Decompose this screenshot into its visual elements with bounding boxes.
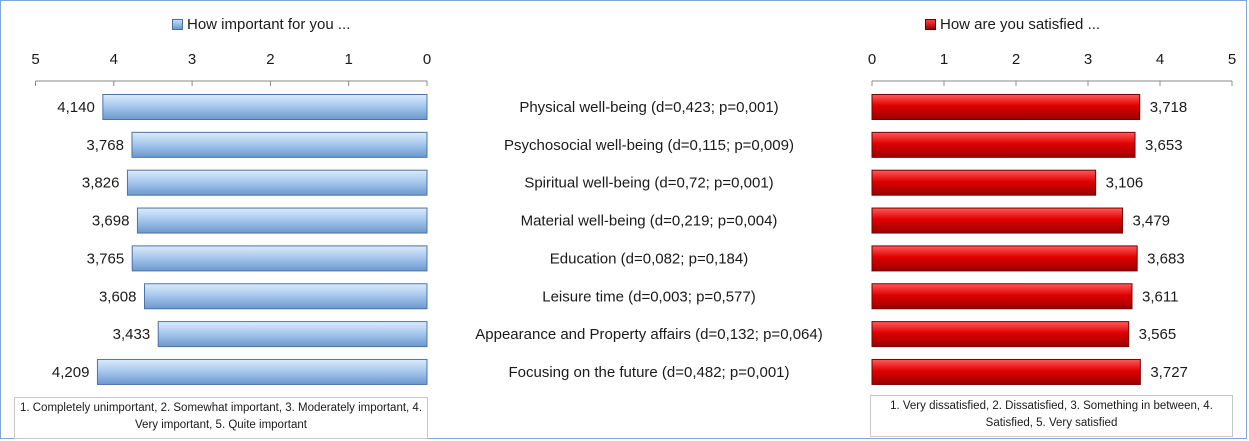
satisfaction-value-label: 3,653 [1145, 137, 1183, 154]
satisfaction-scale-note: 1. Very dissatisfied, 2. Dissatisfied, 3… [870, 395, 1233, 437]
importance-value-label: 3,433 [113, 326, 151, 343]
importance-bar [143, 283, 428, 310]
satisfaction-bar [871, 94, 1141, 120]
importance-tick-label: 4 [110, 51, 118, 68]
importance-bar [136, 207, 428, 234]
satisfaction-bar [871, 169, 1097, 196]
category-label: Focusing on the future (d=0,482; p=0,001… [508, 364, 789, 381]
satisfaction-bar [871, 283, 1133, 310]
satisfaction-value-label: 3,683 [1147, 250, 1185, 267]
importance-value-label: 4,140 [57, 99, 95, 116]
category-label: Leisure time (d=0,003; p=0,577) [542, 288, 755, 305]
importance-value-label: 4,209 [52, 364, 90, 381]
importance-bar [131, 131, 428, 158]
satisfaction-tick-label: 4 [1156, 51, 1164, 68]
importance-bar [96, 358, 428, 385]
satisfaction-tick-label: 3 [1084, 51, 1092, 68]
satisfaction-value-label: 3,727 [1150, 364, 1188, 381]
satisfaction-value-label: 3,718 [1150, 99, 1188, 116]
butterfly-bar-chart: 5 4 3 2 1 0 0 1 2 3 4 5 4,140 Physical well-being (d=… [31, 51, 1236, 385]
category-label: Material well-being (d=0,219; p=0,004) [521, 213, 778, 230]
satisfaction-tick-label: 2 [1012, 51, 1020, 68]
satisfaction-value-label: 3,565 [1139, 326, 1177, 343]
satisfaction-bar [871, 131, 1136, 158]
satisfaction-tick-label: 0 [868, 51, 876, 68]
category-label: Education (d=0,082; p=0,184) [550, 250, 749, 267]
importance-scale-note: 1. Completely unimportant, 2. Somewhat i… [14, 397, 428, 439]
satisfaction-bar [871, 207, 1123, 234]
importance-bar [102, 94, 428, 120]
category-label: Spiritual well-being (d=0,72; p=0,001) [524, 175, 773, 192]
category-label: Physical well-being (d=0,423; p=0,001) [519, 99, 778, 116]
importance-tick-label: 1 [345, 51, 353, 68]
satisfaction-value-label: 3,106 [1106, 175, 1144, 192]
category-label: Psychosocial well-being (d=0,115; p=0,00… [504, 137, 794, 154]
importance-value-label: 3,608 [99, 288, 137, 305]
satisfaction-bar [871, 358, 1141, 385]
importance-bar [131, 245, 428, 272]
importance-value-label: 3,826 [82, 175, 120, 192]
importance-bar [157, 321, 428, 348]
importance-tick-label: 0 [423, 51, 431, 68]
importance-bar [126, 169, 428, 196]
satisfaction-value-label: 3,479 [1132, 213, 1170, 230]
category-label: Appearance and Property affairs (d=0,132… [475, 326, 822, 343]
satisfaction-tick-label: 1 [940, 51, 948, 68]
satisfaction-value-label: 3,611 [1142, 288, 1178, 305]
importance-value-label: 3,765 [87, 250, 125, 267]
satisfaction-tick-label: 5 [1228, 51, 1236, 68]
satisfaction-bar [871, 245, 1138, 272]
importance-tick-label: 2 [266, 51, 274, 68]
importance-value-label: 3,698 [92, 213, 130, 230]
importance-tick-label: 3 [188, 51, 196, 68]
satisfaction-bar [871, 321, 1130, 348]
importance-tick-label: 5 [31, 51, 39, 68]
importance-value-label: 3,768 [86, 137, 124, 154]
